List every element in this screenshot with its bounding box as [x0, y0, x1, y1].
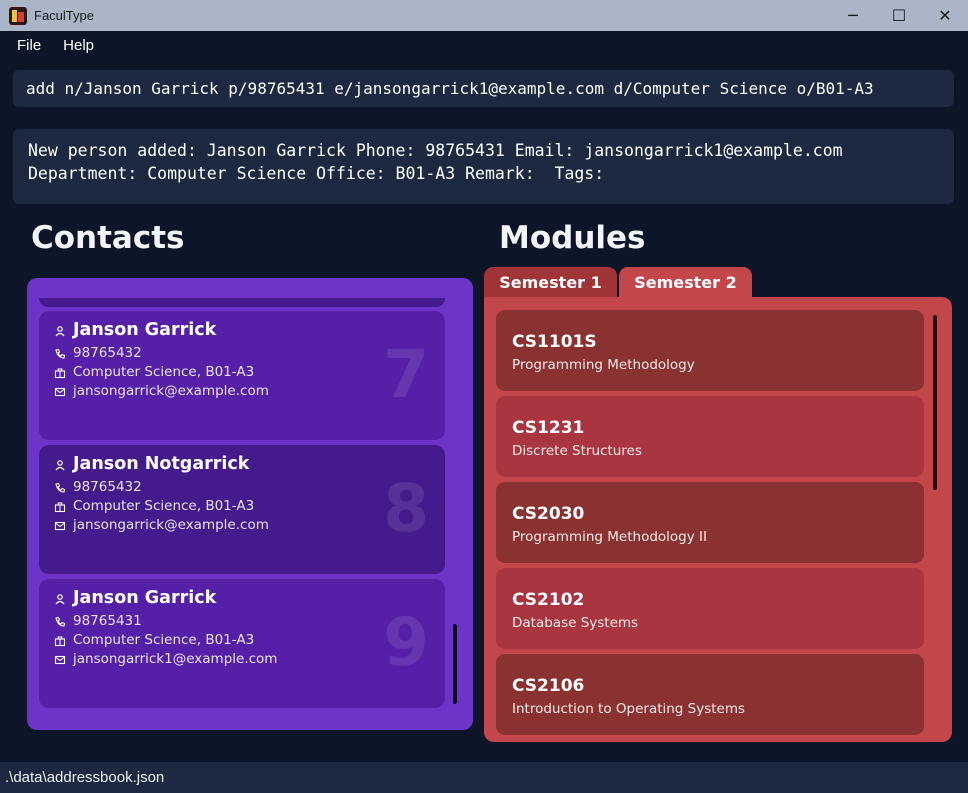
contact-card[interactable]: 7 Janson Garrick 98765432 Computer Scien… [39, 311, 445, 440]
menu-help[interactable]: Help [63, 37, 94, 54]
module-card[interactable]: CS2030 Programming Methodology II [496, 482, 924, 563]
contact-phone: 98765432 [73, 479, 142, 495]
mail-icon [54, 520, 66, 532]
mail-icon [54, 386, 66, 398]
mail-icon [54, 654, 66, 666]
contact-name: Janson Garrick [73, 588, 217, 608]
module-card[interactable]: CS2102 Database Systems [496, 568, 924, 649]
close-button[interactable]: ✕ [922, 0, 968, 31]
contact-email: jansongarrick@example.com [73, 517, 269, 533]
contact-email: jansongarrick1@example.com [73, 651, 278, 667]
save-file-path: .\data\addressbook.json [5, 769, 165, 786]
module-card[interactable]: CS2106 Introduction to Operating Systems [496, 654, 924, 735]
module-name: Programming Methodology [512, 357, 695, 373]
phone-icon [54, 616, 66, 628]
modules-heading: Modules [499, 220, 646, 256]
module-code: CS2106 [512, 676, 585, 696]
contact-card[interactable]: 8 Janson Notgarrick 98765432 Computer Sc… [39, 445, 445, 574]
module-code: CS2102 [512, 590, 585, 610]
title-bar: FaculType ─ ☐ ✕ [0, 0, 968, 31]
contact-index: 7 [383, 336, 429, 413]
command-input[interactable]: add n/Janson Garrick p/98765431 e/janson… [26, 79, 874, 98]
contacts-list[interactable]: 7 Janson Garrick 98765432 Computer Scien… [27, 278, 473, 730]
minimize-button[interactable]: ─ [830, 0, 876, 31]
result-line-1: New person added: Janson Garrick Phone: … [28, 141, 843, 160]
module-name: Database Systems [512, 615, 639, 631]
contact-index: 9 [383, 604, 429, 681]
window-title: FaculType [34, 8, 94, 23]
modules-scrollbar[interactable] [933, 315, 937, 490]
result-display: New person added: Janson Garrick Phone: … [13, 129, 954, 204]
person-icon [54, 325, 66, 337]
contact-name: Janson Notgarrick [73, 454, 250, 474]
briefcase-icon [54, 367, 66, 379]
tab-semester-2[interactable]: Semester 2 [619, 267, 752, 298]
module-name: Discrete Structures [512, 443, 642, 459]
briefcase-icon [54, 635, 66, 647]
contact-index: 8 [383, 470, 429, 547]
contact-card[interactable]: 9 Janson Garrick 98765431 Computer Scien… [39, 579, 445, 708]
contact-email: jansongarrick@example.com [73, 383, 269, 399]
contact-card-partial [39, 298, 445, 307]
window-controls: ─ ☐ ✕ [830, 0, 968, 31]
app-logo-icon [9, 6, 27, 25]
phone-icon [54, 482, 66, 494]
person-icon [54, 593, 66, 605]
briefcase-icon [54, 501, 66, 513]
result-line-2: Department: Computer Science Office: B01… [28, 164, 605, 183]
contact-department: Computer Science, B01-A3 [73, 364, 255, 380]
module-card[interactable]: CS1101S Programming Methodology [496, 310, 924, 391]
module-name: Programming Methodology II [512, 529, 707, 545]
contact-phone: 98765432 [73, 345, 142, 361]
contacts-scrollbar[interactable] [453, 624, 457, 704]
person-icon [54, 459, 66, 471]
maximize-button[interactable]: ☐ [876, 0, 922, 31]
status-bar: .\data\addressbook.json [0, 762, 968, 793]
command-box[interactable]: add n/Janson Garrick p/98765431 e/janson… [13, 70, 954, 107]
tab-semester-1[interactable]: Semester 1 [484, 267, 617, 298]
module-code: CS2030 [512, 504, 585, 524]
module-card[interactable]: CS1231 Discrete Structures [496, 396, 924, 477]
module-code: CS1101S [512, 332, 597, 352]
menu-bar: File Help [0, 31, 99, 60]
modules-list[interactable]: CS1101S Programming Methodology CS1231 D… [484, 297, 952, 742]
menu-file[interactable]: File [17, 37, 41, 54]
contact-phone: 98765431 [73, 613, 142, 629]
module-name: Introduction to Operating Systems [512, 701, 746, 717]
module-code: CS1231 [512, 418, 585, 438]
phone-icon [54, 348, 66, 360]
contacts-heading: Contacts [31, 220, 185, 256]
contact-name: Janson Garrick [73, 320, 217, 340]
contact-department: Computer Science, B01-A3 [73, 632, 255, 648]
contact-department: Computer Science, B01-A3 [73, 498, 255, 514]
